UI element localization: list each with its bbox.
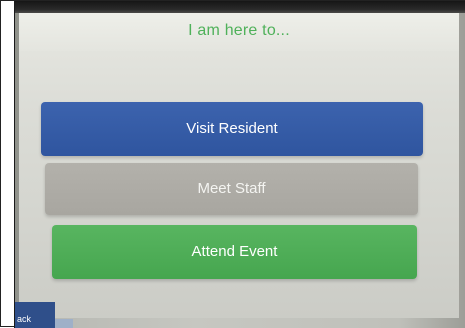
page-title: I am here to... [188, 22, 290, 39]
kiosk-photo: I am here to... Visit Resident Meet Staf… [15, 1, 465, 328]
back-button[interactable]: ack [15, 302, 55, 328]
header-bar: I am here to... [19, 13, 459, 51]
attend-event-button[interactable]: Attend Event [52, 225, 417, 279]
kiosk-screen: I am here to... Visit Resident Meet Staf… [19, 13, 459, 318]
meet-staff-button[interactable]: Meet Staff [45, 163, 418, 215]
visit-resident-button[interactable]: Visit Resident [41, 102, 423, 156]
device-bezel [15, 1, 465, 13]
screenshot-frame: I am here to... Visit Resident Meet Staf… [0, 0, 465, 328]
